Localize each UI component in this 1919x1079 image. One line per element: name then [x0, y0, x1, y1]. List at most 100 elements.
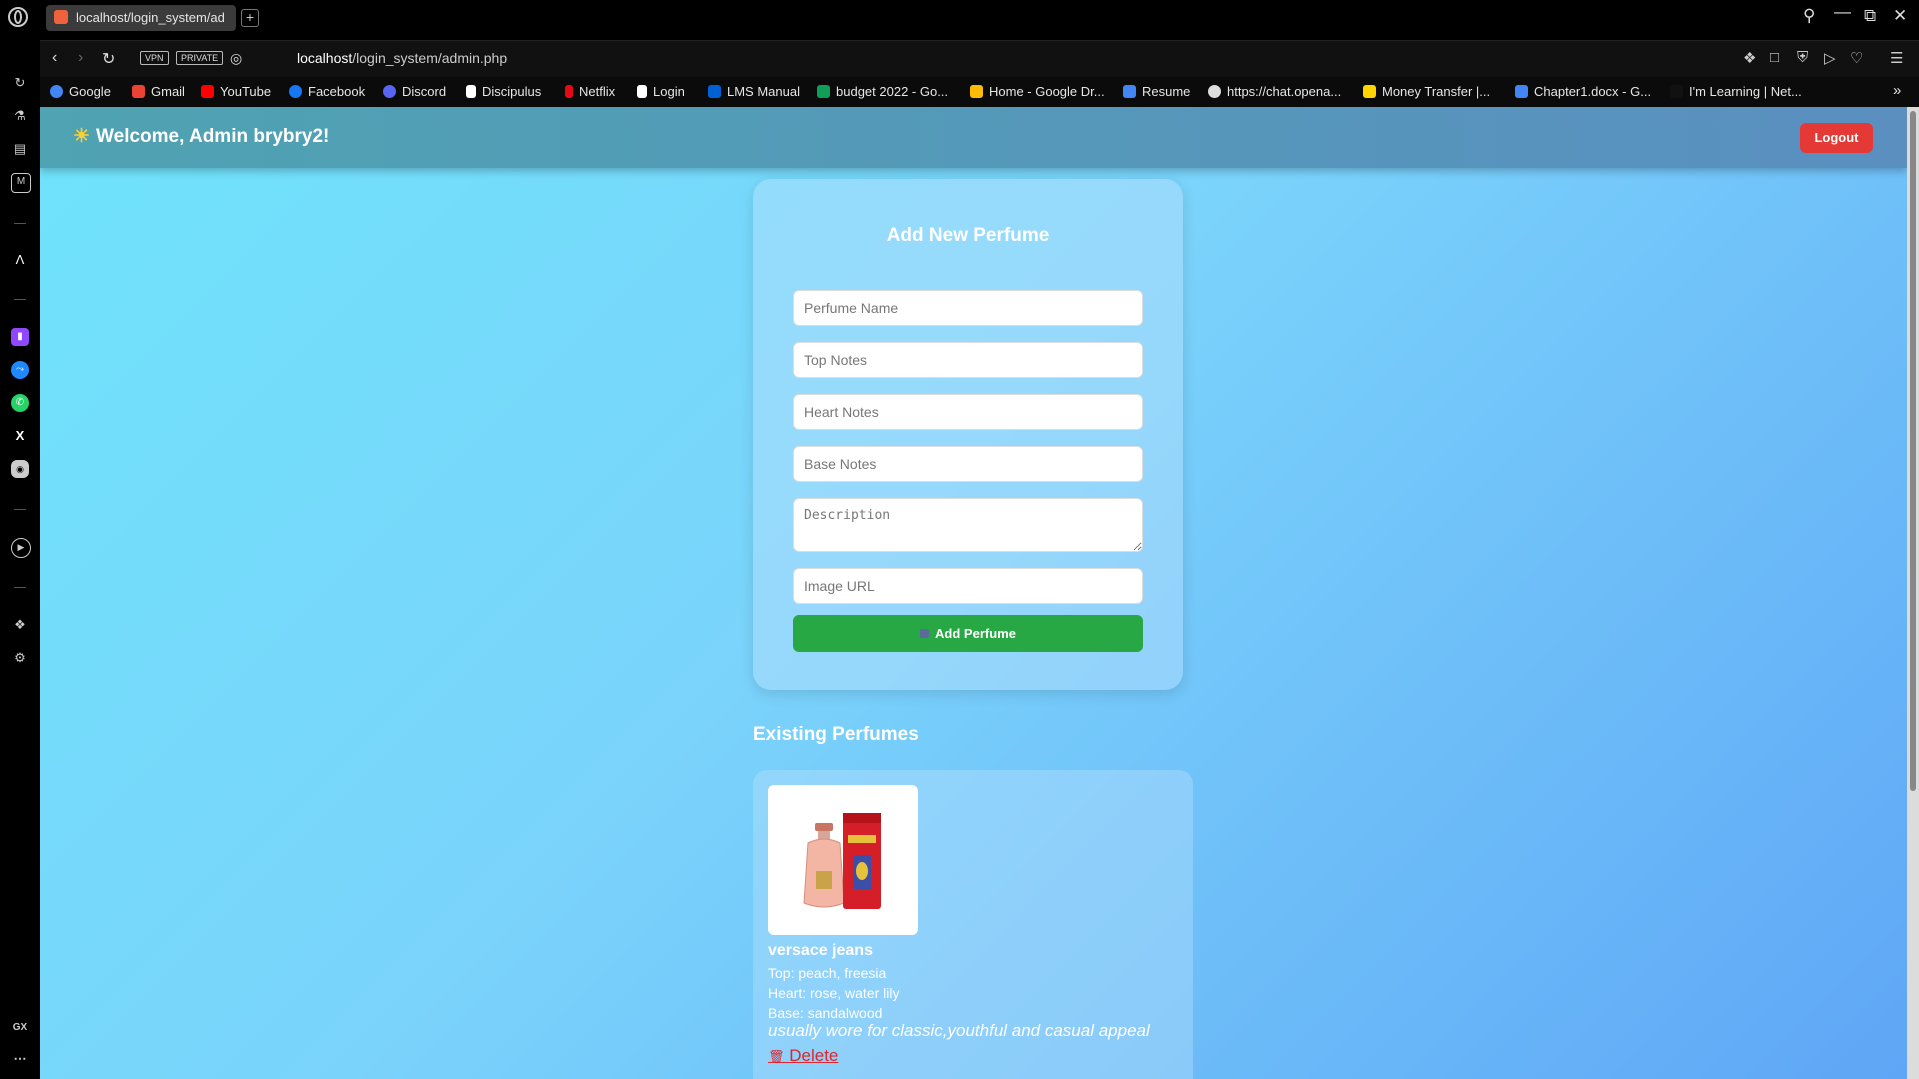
delete-label: Delete — [789, 1046, 839, 1065]
extensions-icon[interactable]: ❖ — [11, 616, 29, 634]
docs-icon — [1123, 85, 1136, 98]
add-perfume-label: Add Perfume — [935, 626, 1016, 641]
player-icon[interactable]: ▶ — [11, 538, 31, 558]
page-scrollbar[interactable] — [1907, 107, 1919, 1079]
image-url-input[interactable] — [793, 568, 1143, 604]
sidebar-divider — [14, 587, 26, 588]
close-window-icon[interactable]: ✕ — [1893, 6, 1907, 26]
aria-ai-icon[interactable]: Λ — [11, 251, 29, 269]
more-bookmarks-icon[interactable]: » — [1893, 82, 1901, 99]
send-icon[interactable]: ▷ — [1824, 49, 1836, 67]
url-path: /login_system/admin.php — [352, 50, 508, 66]
pin-icon[interactable]: ❖ — [1743, 49, 1756, 67]
heart-notes-input[interactable] — [793, 394, 1143, 430]
bookmark-google-drive[interactable]: Home - Google Dr... — [970, 84, 1105, 99]
minimize-icon[interactable]: — — [1834, 2, 1851, 22]
openai-icon — [1208, 85, 1221, 98]
google-icon — [50, 85, 63, 98]
sidebar-divider — [14, 223, 26, 224]
gaming-icon[interactable]: ⚗ — [11, 107, 29, 125]
page-viewport: ☀ Welcome, Admin brybry2! Logout Add New … — [40, 107, 1907, 1079]
top-notes-input[interactable] — [793, 342, 1143, 378]
bookmark-discipulus[interactable]: Discipulus — [466, 84, 541, 99]
speed-dial-icon[interactable]: ↻ — [11, 74, 29, 92]
whatsapp-icon[interactable]: ✆ — [11, 394, 29, 412]
xampp-favicon-icon — [54, 10, 68, 24]
browser-tab-bar: localhost/login_system/ad + ⚲ — ⧉ ✕ — [0, 0, 1919, 36]
url-text[interactable]: localhost/login_system/admin.php — [297, 50, 507, 66]
bookmark-discord[interactable]: Discord — [383, 84, 446, 99]
netacad-icon — [1670, 85, 1683, 98]
add-perfume-form: Add New Perfume Add Perfume — [753, 179, 1183, 690]
bookmark-gmail[interactable]: Gmail — [132, 84, 185, 99]
address-bar: ‹ › ↻ VPN PRIVATE ◎ localhost/login_syst… — [40, 40, 1919, 77]
drive-icon — [970, 85, 983, 98]
vpn-badge[interactable]: VPN — [140, 51, 169, 65]
bookmark-money-transfer[interactable]: Money Transfer |... — [1363, 84, 1490, 99]
restore-icon[interactable]: ⧉ — [1864, 6, 1876, 26]
page-icon — [637, 85, 647, 98]
bookmark-login[interactable]: Login — [637, 84, 685, 99]
bookmark-lms-manual[interactable]: LMS Manual — [708, 84, 800, 99]
logout-button[interactable]: Logout — [1800, 123, 1873, 153]
forward-icon[interactable]: › — [78, 49, 83, 67]
settings-icon[interactable]: ⚙ — [11, 649, 29, 667]
perfume-image — [768, 785, 918, 935]
more-icon[interactable]: ⋯ — [11, 1050, 29, 1068]
bookmark-chapter1[interactable]: Chapter1.docx - G... — [1515, 84, 1651, 99]
bookmark-facebook[interactable]: Facebook — [289, 84, 365, 99]
scrollbar-thumb[interactable] — [1910, 111, 1916, 791]
youtube-icon — [201, 85, 214, 98]
private-badge: PRIVATE — [176, 51, 224, 65]
discord-icon[interactable]: ◉ — [11, 460, 29, 478]
bookmarks-bar: Google Gmail YouTube Facebook Discord Di… — [40, 77, 1919, 107]
form-title: Add New Perfume — [886, 225, 1050, 246]
perfume-name: versace jeans — [768, 942, 873, 959]
perfume-top-notes: Top: peach, freesia — [768, 965, 887, 981]
add-perfume-button[interactable]: Add Perfume — [793, 615, 1143, 652]
sidebar-divider — [14, 509, 26, 510]
facebook-icon — [289, 85, 302, 98]
messenger-icon[interactable]: ⤳ — [11, 361, 29, 379]
bookmark-budget[interactable]: budget 2022 - Go... — [817, 84, 948, 99]
opera-logo-icon[interactable] — [8, 7, 28, 27]
twitch-icon[interactable]: ▮ — [11, 328, 29, 346]
bookmark-youtube[interactable]: YouTube — [201, 84, 271, 99]
x-twitter-icon[interactable]: X — [11, 427, 29, 445]
bookmark-netflix[interactable]: Netflix — [565, 84, 615, 99]
bookmark-google[interactable]: Google — [50, 84, 111, 99]
admin-header: ☀ Welcome, Admin brybry2! Logout — [40, 107, 1907, 168]
browser-tab[interactable]: localhost/login_system/ad — [46, 5, 236, 31]
docs-icon — [1515, 85, 1528, 98]
sidebar-divider — [14, 299, 26, 300]
bookmark-resume[interactable]: Resume — [1123, 84, 1190, 99]
snapshot-icon[interactable]: □ — [1770, 49, 1779, 66]
description-textarea[interactable] — [793, 498, 1143, 552]
welcome-heading: ☀ Welcome, Admin brybry2! — [73, 125, 329, 148]
existing-perfumes-title: Existing Perfumes — [753, 724, 919, 745]
shield-icon[interactable]: ⛨ — [1797, 49, 1808, 66]
plus-icon — [920, 629, 930, 638]
base-notes-input[interactable] — [793, 446, 1143, 482]
gx-icon[interactable]: GX — [11, 1019, 29, 1037]
easy-setup-icon[interactable]: ☰ — [1890, 49, 1903, 67]
delete-link[interactable]: 🗑 Delete — [768, 1046, 838, 1066]
perfume-description: usually wore for classic,youthful and ca… — [768, 1021, 1150, 1040]
music-icon[interactable]: M — [11, 173, 31, 193]
heart-icon[interactable]: ♡ — [1850, 49, 1863, 67]
welcome-text: Welcome, Admin brybry2! — [96, 126, 330, 147]
browser-sidebar: ↻ ⚗ ▤ M Λ ▮ ⤳ ✆ X ◉ ▶ ❖ ⚙ GX ⋯ — [0, 36, 40, 1079]
netflix-icon — [565, 85, 573, 98]
perfume-name-input[interactable] — [793, 290, 1143, 326]
bookmark-netacad[interactable]: I'm Learning | Net... — [1670, 84, 1802, 99]
perfume-base-notes: Base: sandalwood — [768, 1005, 883, 1021]
search-tabs-icon[interactable]: ⚲ — [1803, 6, 1815, 26]
globe-icon[interactable]: ◎ — [230, 50, 242, 67]
reload-icon[interactable]: ↻ — [102, 49, 115, 69]
cleaner-icon[interactable]: ▤ — [11, 140, 29, 158]
new-tab-button[interactable]: + — [241, 9, 259, 27]
bookmark-chatgpt[interactable]: https://chat.opena... — [1208, 84, 1341, 99]
perfume-card: versace jeans Top: peach, freesia Heart:… — [753, 770, 1193, 1079]
url-host: localhost — [297, 50, 353, 66]
back-icon[interactable]: ‹ — [52, 49, 57, 67]
